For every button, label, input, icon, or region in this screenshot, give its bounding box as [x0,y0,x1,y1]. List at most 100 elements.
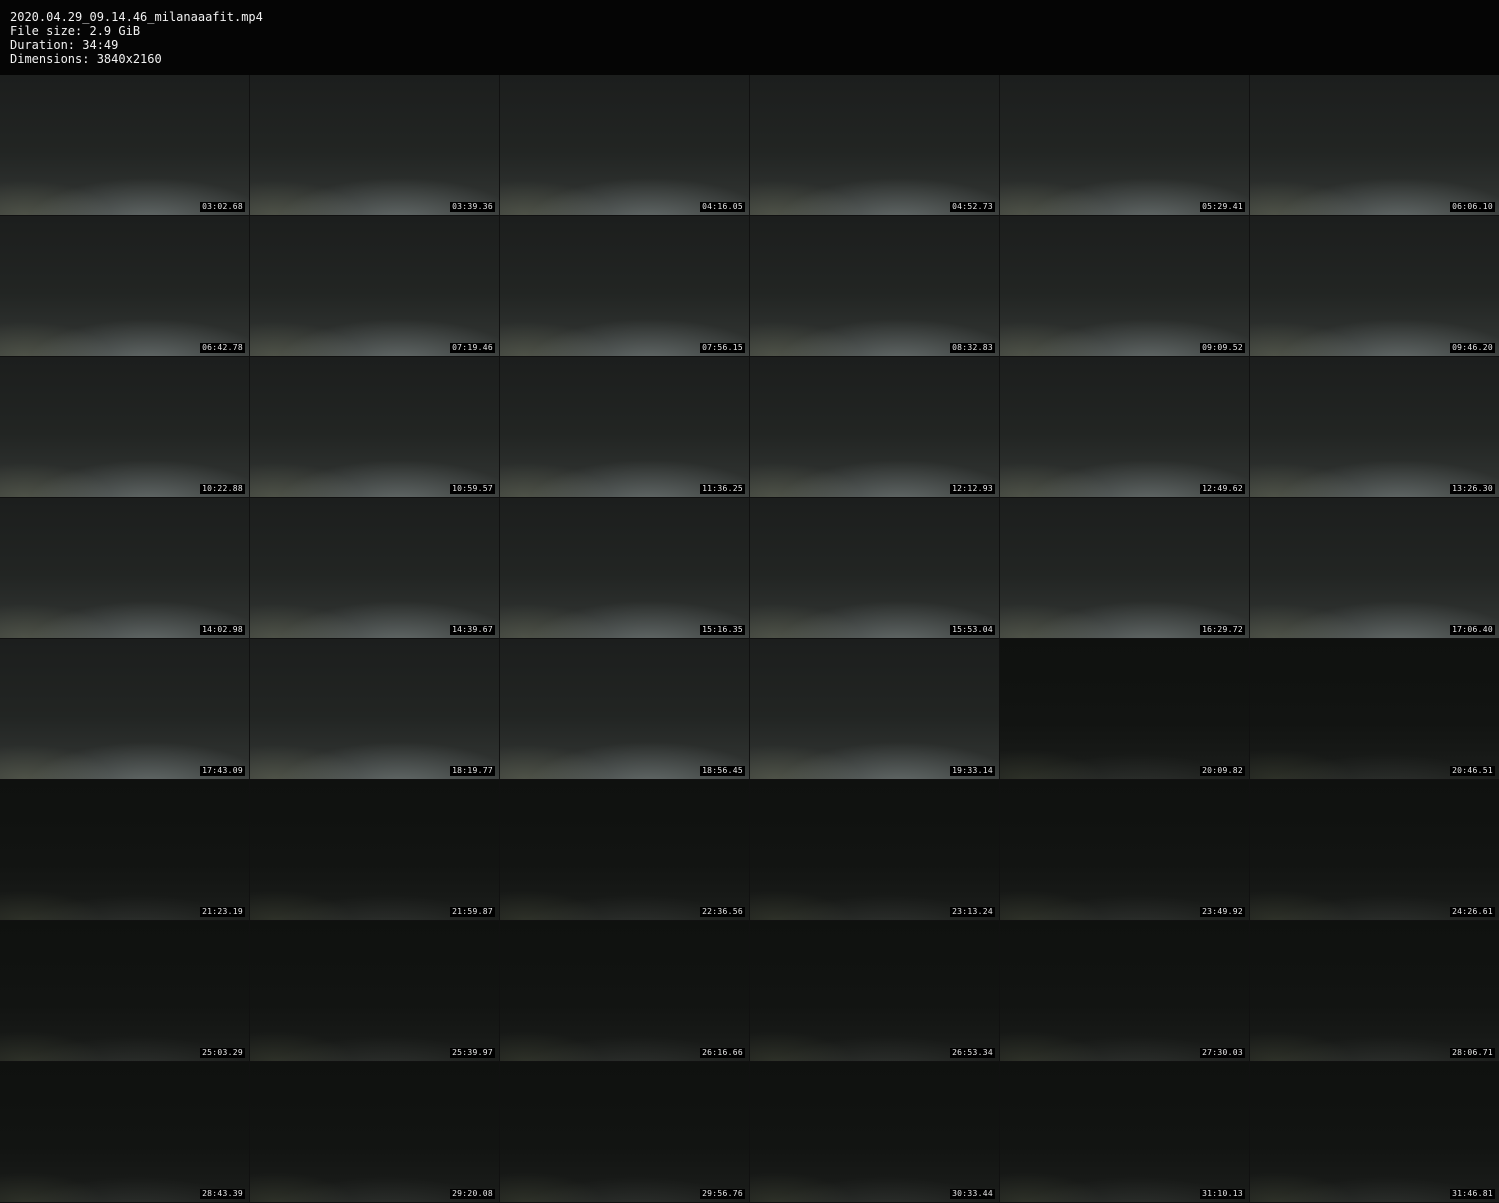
filename-text: 2020.04.29_09.14.46_milanaaafit.mp4 [10,10,263,24]
timestamp-label: 04:16.05 [700,202,745,212]
timestamp-label: 17:06.40 [1450,625,1495,635]
timestamp-label: 07:19.46 [450,343,495,353]
timestamp-label: 22:36.56 [700,907,745,917]
timestamp-label: 20:46.51 [1450,766,1495,776]
timestamp-label: 06:06.10 [1450,202,1495,212]
video-frame-thumbnail: 30:33.44 [750,1062,999,1202]
timestamp-label: 24:26.61 [1450,907,1495,917]
video-frame-thumbnail: 26:53.34 [750,921,999,1061]
video-frame-thumbnail: 23:13.24 [750,780,999,920]
timestamp-label: 25:03.29 [200,1048,245,1058]
video-frame-thumbnail: 03:39.36 [250,75,499,215]
timestamp-label: 28:06.71 [1450,1048,1495,1058]
timestamp-label: 17:43.09 [200,766,245,776]
timestamp-label: 03:02.68 [200,202,245,212]
video-frame-thumbnail: 10:59.57 [250,357,499,497]
timestamp-label: 15:16.35 [700,625,745,635]
timestamp-label: 31:10.13 [1200,1189,1245,1199]
timestamp-label: 20:09.82 [1200,766,1245,776]
thumbnail-grid: 03:02.68 03:39.36 04:16.05 04:52.73 05:29.41… [0,75,1499,1203]
video-frame-thumbnail: 31:46.81 [1250,1062,1499,1202]
timestamp-label: 10:22.88 [200,484,245,494]
timestamp-label: 26:53.34 [950,1048,995,1058]
dimensions-text: Dimensions: 3840x2160 [10,52,162,66]
timestamp-label: 14:39.67 [450,625,495,635]
timestamp-label: 28:43.39 [200,1189,245,1199]
video-frame-thumbnail: 24:26.61 [1250,780,1499,920]
video-frame-thumbnail: 29:56.76 [500,1062,749,1202]
video-frame-thumbnail: 15:16.35 [500,498,749,638]
timestamp-label: 30:33.44 [950,1189,995,1199]
video-frame-thumbnail: 29:20.08 [250,1062,499,1202]
timestamp-label: 03:39.36 [450,202,495,212]
video-frame-thumbnail: 16:29.72 [1000,498,1249,638]
timestamp-label: 07:56.15 [700,343,745,353]
timestamp-label: 19:33.14 [950,766,995,776]
video-frame-thumbnail: 27:30.03 [1000,921,1249,1061]
video-frame-thumbnail: 19:33.14 [750,639,999,779]
video-frame-thumbnail: 21:59.87 [250,780,499,920]
timestamp-label: 06:42.78 [200,343,245,353]
video-frame-thumbnail: 05:29.41 [1000,75,1249,215]
timestamp-label: 18:56.45 [700,766,745,776]
video-frame-thumbnail: 18:56.45 [500,639,749,779]
timestamp-label: 04:52.73 [950,202,995,212]
video-frame-thumbnail: 28:06.71 [1250,921,1499,1061]
video-frame-thumbnail: 09:09.52 [1000,216,1249,356]
video-frame-thumbnail: 23:49.92 [1000,780,1249,920]
video-frame-thumbnail: 11:36.25 [500,357,749,497]
video-frame-thumbnail: 07:19.46 [250,216,499,356]
video-frame-thumbnail: 12:12.93 [750,357,999,497]
video-frame-thumbnail: 31:10.13 [1000,1062,1249,1202]
video-frame-thumbnail: 04:52.73 [750,75,999,215]
timestamp-label: 29:56.76 [700,1189,745,1199]
video-frame-thumbnail: 20:09.82 [1000,639,1249,779]
video-frame-thumbnail: 07:56.15 [500,216,749,356]
video-frame-thumbnail: 20:46.51 [1250,639,1499,779]
duration-text: Duration: 34:49 [10,38,119,52]
video-frame-thumbnail: 09:46.20 [1250,216,1499,356]
timestamp-label: 12:12.93 [950,484,995,494]
video-frame-thumbnail: 12:49.62 [1000,357,1249,497]
video-frame-thumbnail: 18:19.77 [250,639,499,779]
timestamp-label: 15:53.04 [950,625,995,635]
timestamp-label: 26:16.66 [700,1048,745,1058]
timestamp-label: 13:26.30 [1450,484,1495,494]
video-frame-thumbnail: 15:53.04 [750,498,999,638]
timestamp-label: 09:09.52 [1200,343,1245,353]
video-frame-thumbnail: 25:03.29 [0,921,249,1061]
video-frame-thumbnail: 14:02.98 [0,498,249,638]
video-frame-thumbnail: 04:16.05 [500,75,749,215]
video-frame-thumbnail: 25:39.97 [250,921,499,1061]
timestamp-label: 10:59.57 [450,484,495,494]
timestamp-label: 21:23.19 [200,907,245,917]
timestamp-label: 31:46.81 [1450,1189,1495,1199]
timestamp-label: 27:30.03 [1200,1048,1245,1058]
timestamp-label: 11:36.25 [700,484,745,494]
info-header: 2020.04.29_09.14.46_milanaaafit.mp4 File… [0,0,1499,75]
file-size-text: File size: 2.9 GiB [10,24,141,38]
timestamp-label: 14:02.98 [200,625,245,635]
video-frame-thumbnail: 17:43.09 [0,639,249,779]
video-frame-thumbnail: 26:16.66 [500,921,749,1061]
video-frame-thumbnail: 22:36.56 [500,780,749,920]
video-frame-thumbnail: 03:02.68 [0,75,249,215]
timestamp-label: 08:32.83 [950,343,995,353]
timestamp-label: 23:49.92 [1200,907,1245,917]
video-frame-thumbnail: 14:39.67 [250,498,499,638]
timestamp-label: 29:20.08 [450,1189,495,1199]
timestamp-label: 05:29.41 [1200,202,1245,212]
video-frame-thumbnail: 06:06.10 [1250,75,1499,215]
timestamp-label: 18:19.77 [450,766,495,776]
video-frame-thumbnail: 13:26.30 [1250,357,1499,497]
timestamp-label: 12:49.62 [1200,484,1245,494]
video-frame-thumbnail: 06:42.78 [0,216,249,356]
timestamp-label: 21:59.87 [450,907,495,917]
video-frame-thumbnail: 10:22.88 [0,357,249,497]
video-frame-thumbnail: 28:43.39 [0,1062,249,1202]
timestamp-label: 25:39.97 [450,1048,495,1058]
video-frame-thumbnail: 08:32.83 [750,216,999,356]
timestamp-label: 23:13.24 [950,907,995,917]
timestamp-label: 09:46.20 [1450,343,1495,353]
video-frame-thumbnail: 17:06.40 [1250,498,1499,638]
